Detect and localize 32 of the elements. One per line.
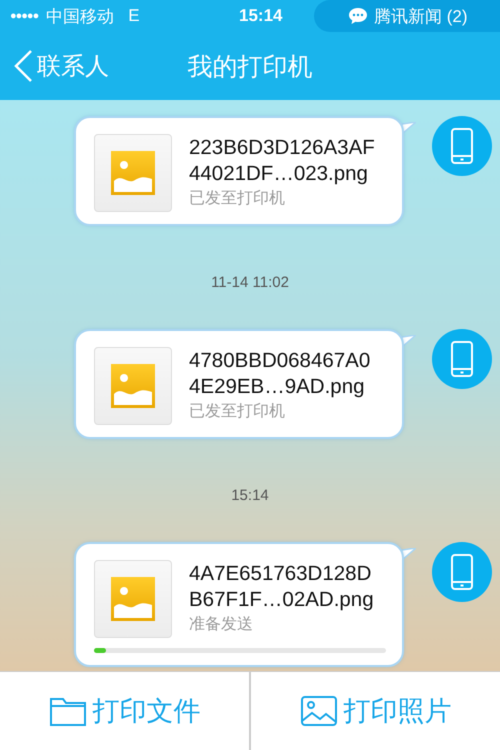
message-bubble[interactable]: 4780BBD068467A04E29EB…9AD.png 已发至打印机	[74, 329, 404, 439]
send-status: 已发至打印机	[189, 188, 286, 209]
notification-text: 腾讯新闻 (2)	[374, 6, 468, 28]
carrier-name: 中国移动	[46, 6, 114, 28]
page-title: 我的打印机	[188, 52, 312, 80]
chat-bubble-icon	[348, 6, 368, 26]
back-chevron-icon	[13, 49, 33, 83]
send-status: 已发至打印机	[189, 402, 286, 422]
timestamp: 15:14	[231, 487, 269, 504]
phone-icon	[450, 340, 474, 378]
network-type: E	[128, 6, 140, 26]
clock-time: 15:14	[239, 6, 282, 26]
bubble-tail	[402, 548, 416, 560]
send-status: 准备发送	[189, 615, 254, 635]
file-name: 4A7E651763D128DB67F1F…02AD.png	[189, 561, 375, 613]
file-name: 223B6D3D126A3AF44021DF…023.png	[189, 135, 376, 187]
folder-icon	[48, 695, 86, 727]
signal-dots: ●●●●●	[10, 10, 38, 22]
message-bubble[interactable]: 223B6D3D126A3AF44021DF…023.png 已发至打印机	[74, 116, 404, 226]
picture-icon	[300, 695, 338, 727]
phone-icon	[450, 127, 474, 165]
image-file-icon	[111, 151, 155, 195]
file-name: 4780BBD068467A04E29EB…9AD.png	[189, 348, 372, 400]
notification-pill[interactable]: 腾讯新闻 (2)	[314, 0, 500, 32]
bubble-tail	[402, 122, 416, 134]
message-bubble[interactable]: 4A7E651763D128DB67F1F…02AD.png 准备发送	[74, 542, 404, 667]
image-file-icon	[111, 364, 155, 408]
image-file-icon	[111, 577, 155, 621]
bubble-tail	[402, 335, 416, 347]
phone-icon	[450, 553, 474, 591]
back-button[interactable]: 联系人	[13, 49, 109, 83]
timestamp: 11-14 11:02	[211, 274, 289, 291]
